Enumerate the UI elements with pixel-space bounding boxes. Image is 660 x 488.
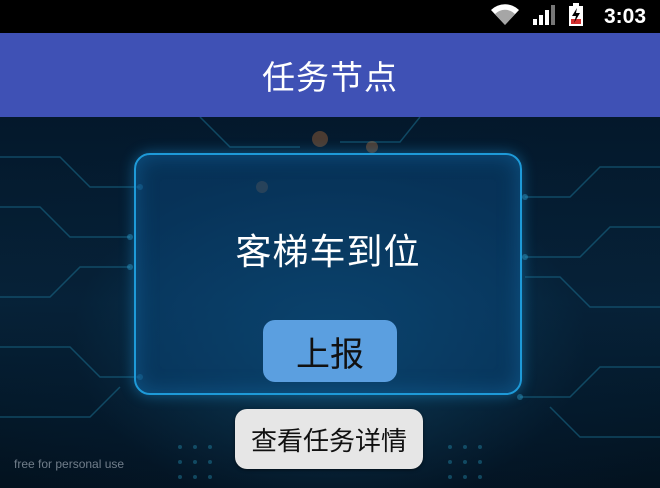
view-task-details-button[interactable]: 查看任务详情: [235, 409, 423, 469]
page-title: 任务节点: [262, 58, 398, 97]
status-time: 3:03: [603, 4, 646, 28]
status-bar: 3:03: [0, 0, 660, 33]
watermark: free for personal use: [14, 457, 125, 471]
task-node-title: 客梯车到位: [235, 232, 421, 273]
task-node-card: 客梯车到位 上报: [134, 153, 522, 395]
signal-icon: [532, 4, 556, 30]
content-area: 客梯车到位 上报 查看任务详情 free for personal use: [0, 117, 660, 488]
wifi-icon: [490, 3, 520, 30]
report-button[interactable]: 上报: [263, 320, 397, 382]
status-icons: 3:03: [490, 0, 646, 33]
app-bar: 任务节点: [0, 33, 660, 117]
battery-charging-icon: [568, 2, 584, 31]
screen: 3:03 任务节点 客梯车到位 上报 查看任务详情 free for perso…: [0, 0, 660, 488]
